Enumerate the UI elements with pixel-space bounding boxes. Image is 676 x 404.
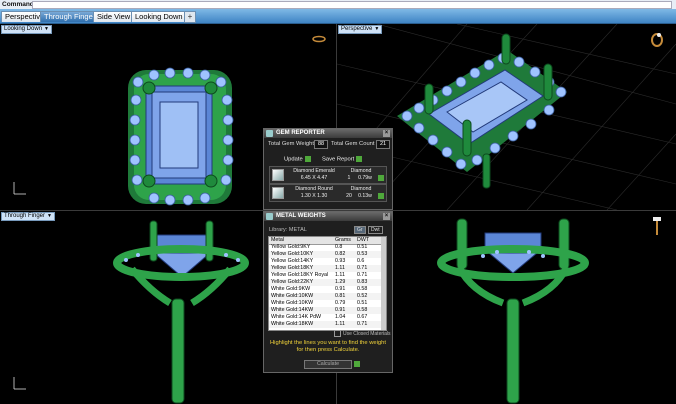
gem-material: Diamond [350, 186, 372, 192]
gem-name: Diamond Emerald [293, 168, 335, 174]
viewport-label-through-finger[interactable]: Through Finger ▼ [1, 212, 55, 221]
column-dwt: DWT [357, 237, 370, 243]
gem-name: Diamond Round [295, 186, 333, 192]
gem-reporter-header: GEM REPORTER × [264, 129, 392, 138]
metal-weights-header: METAL WEIGHTS × [264, 212, 392, 221]
ring-preview-icon [651, 33, 663, 47]
viewport-label-perspective[interactable]: Perspective ▼ [338, 25, 383, 34]
gem-item-round[interactable]: Diamond Round 1.30 X 1.30 Diamond 20 0.1… [269, 184, 387, 202]
use-closed-materials-checkbox[interactable]: Use Closed Materials [334, 330, 391, 337]
gem-weight: 0.79w [358, 175, 372, 181]
gem-reporter-panel: GEM REPORTER × Total Gem Weight 88 Total… [263, 128, 393, 210]
emerald-gem-icon [272, 169, 284, 181]
table-row[interactable]: Yellow Gold:9KY 0.8 0.51 [269, 244, 381, 251]
add-gem-icon[interactable] [378, 193, 384, 199]
command-input[interactable] [32, 1, 672, 9]
gem-size: 1.30 X 1.30 [300, 193, 328, 199]
gem-count: 20 [346, 193, 352, 199]
close-icon[interactable]: × [383, 213, 390, 220]
ring-preview-icon [312, 35, 326, 43]
table-row[interactable]: White Gold:10KW 0.79 0.51 [269, 300, 381, 307]
gem-weight: 0.13w [358, 193, 372, 199]
gem-reporter-icon [266, 130, 273, 137]
metal-table-scrollbar[interactable] [381, 237, 386, 330]
close-icon[interactable]: × [383, 130, 390, 137]
calculate-go-icon[interactable] [354, 361, 360, 367]
gem-material: Diamond [350, 168, 372, 174]
table-row[interactable]: White Gold:10KW 0.81 0.52 [269, 293, 381, 300]
add-tab-button[interactable]: + [184, 11, 196, 23]
table-row[interactable]: Yellow Gold:22KY 1.29 0.83 [269, 279, 381, 286]
metal-weights-panel: METAL WEIGHTS × Library: METAL Gr Dwt Me… [263, 211, 393, 373]
unit-dwt-toggle[interactable]: Dwt [368, 226, 383, 234]
tab-through-finger[interactable]: Through Finger [40, 11, 100, 22]
save-report-button[interactable]: Save Report [322, 156, 363, 163]
round-gem-icon [272, 187, 284, 199]
total-gem-weight-value: 88 [314, 140, 328, 149]
tab-looking-down[interactable]: Looking Down [131, 11, 187, 22]
tab-side-view[interactable]: Side View [93, 11, 135, 22]
ring-preview-icon [653, 217, 661, 235]
column-metal: Metal [271, 237, 284, 243]
gem-item-emerald[interactable]: Diamond Emerald 6.45 X 4.47 Diamond 1 0.… [269, 166, 387, 184]
command-label: Command: [2, 1, 36, 8]
gem-count: 1 [347, 175, 351, 181]
viewport-label-looking-down[interactable]: Looking Down ▼ [1, 25, 52, 34]
gem-size: 6.45 X 4.47 [300, 175, 328, 181]
table-row[interactable]: White Gold:9KW 0.91 0.58 [269, 286, 381, 293]
metal-weights-icon [266, 213, 273, 220]
metal-table[interactable]: Metal Grams DWT Yellow Gold:9KY 0.8 0.51 Y… [268, 236, 387, 331]
view-tab-bar: Perspective Through Finger Side View Loo… [0, 9, 676, 24]
table-row[interactable]: Yellow Gold:10KY 0.82 0.53 [269, 251, 381, 258]
calculate-button[interactable]: Calculate [304, 360, 352, 369]
metal-weights-title: METAL WEIGHTS [276, 213, 326, 219]
column-grams: Grams [335, 237, 351, 243]
table-row[interactable]: Yellow Gold:14KY 0.93 0.6 [269, 258, 381, 265]
library-label: Library: METAL [269, 227, 307, 233]
update-button[interactable]: Update [284, 156, 311, 163]
total-gem-count-value: 21 [376, 140, 390, 149]
total-gem-weight-label: Total Gem Weight [268, 141, 314, 147]
metal-hint-text: Highlight the lines you want to find the… [269, 340, 386, 353]
add-gem-icon[interactable] [378, 175, 384, 181]
table-row[interactable]: Yellow Gold:18KY Royal 1.11 0.71 [269, 272, 381, 279]
total-gem-count-label: Total Gem Count [331, 141, 375, 147]
unit-gr-toggle[interactable]: Gr [354, 226, 366, 234]
gem-reporter-title: GEM REPORTER [276, 130, 325, 136]
table-row[interactable]: White Gold:14KW 0.91 0.58 [269, 307, 381, 314]
table-row[interactable]: White Gold:18KW 1.11 0.71 [269, 321, 381, 328]
table-row[interactable]: White Gold:14K PdW 1.04 0.67 [269, 314, 381, 321]
table-row[interactable]: Yellow Gold:18KY 1.11 0.71 [269, 265, 381, 272]
